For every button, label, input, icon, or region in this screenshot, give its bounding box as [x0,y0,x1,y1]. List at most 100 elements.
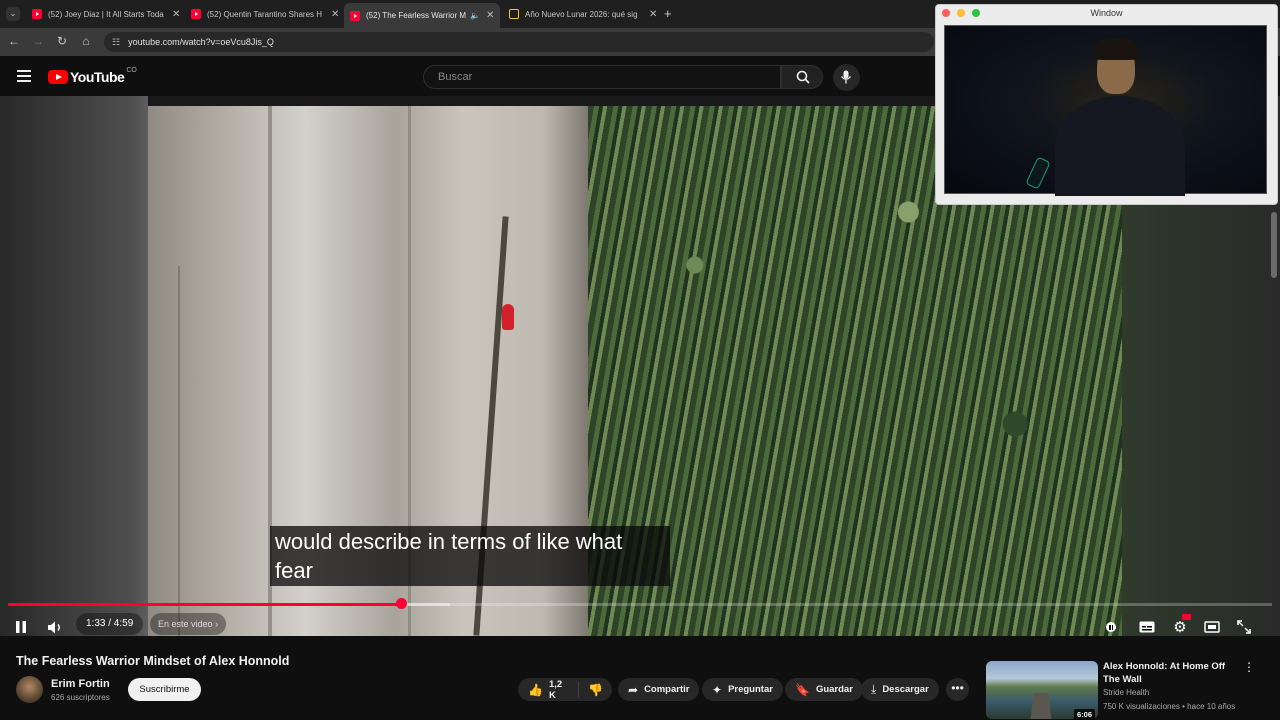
tab-title: Año Nuevo Lunar 2026: qué sig [525,9,638,19]
download-label: Descargar [882,684,929,695]
gear-icon: ⚙ [1173,619,1187,636]
fullscreen-icon [1237,620,1251,634]
minimize-window-icon[interactable] [957,9,965,17]
reload-icon[interactable]: ↻ [54,34,70,48]
download-icon: ⤓ [871,682,877,696]
thumbs-up-icon: 👍 [528,682,543,697]
save-button[interactable]: 🔖 Guardar [785,678,863,701]
save-label: Guardar [815,684,853,695]
tab-close-icon[interactable]: ✕ [649,9,657,20]
subtitles-button[interactable] [1138,616,1156,638]
url-text: youtube.com/watch?v=oeVcu8Jis_Q [128,37,274,47]
webcam-feed [944,25,1267,196]
zoom-window-icon[interactable] [972,9,980,17]
progress-bar[interactable] [8,603,1272,606]
more-actions-icon[interactable]: ••• [946,678,969,701]
recommendation-channel[interactable]: Stride Health [1103,688,1149,697]
subscriber-count: 626 suscriptores [51,693,110,702]
video-title: The Fearless Warrior Mindset of Alex Hon… [16,654,290,668]
time-display: 1:33 / 4:59 [76,613,144,635]
new-tab-button[interactable]: + [664,6,672,21]
ask-button[interactable]: ✦ Preguntar [702,678,783,701]
youtube-favicon-icon [191,9,201,19]
hd-badge [1182,614,1191,620]
browser-tab[interactable]: Año Nuevo Lunar 2026: qué sig ✕ [503,3,663,25]
close-window-icon[interactable] [942,9,950,17]
subtitles-icon [1139,621,1155,633]
channel-name[interactable]: Erim Fortin [51,678,110,690]
pause-button[interactable] [12,616,30,638]
tab-close-icon[interactable]: ✕ [172,9,180,20]
autoplay-toggle[interactable] [1104,616,1118,638]
climber-figure [502,304,514,330]
like-count: 1,2 K [548,678,563,701]
chevron-right-icon: › [215,619,219,629]
window-title: Window [1090,8,1123,18]
tab-audio-icon[interactable]: 🔈 [470,11,480,20]
browser-tab[interactable]: (52) Quentin Tarantino Shares H ✕ [185,3,345,25]
youtube-logo[interactable]: YouTube CO [48,66,137,85]
tab-title: (52) Quentin Tarantino Shares H [207,9,323,19]
search-icon [796,70,810,84]
search-input[interactable]: Buscar [423,65,781,89]
logo-wordmark: YouTube [70,69,125,85]
person-hair [1093,38,1139,60]
microphone-icon [840,70,852,84]
share-button[interactable]: ➦ Compartir [618,678,700,701]
logo-country-code: CO [126,66,137,74]
theater-mode-button[interactable] [1203,616,1221,638]
recommendation-meta: 750 K visualizaciones • hace 10 años [1103,702,1236,711]
hamburger-menu-icon[interactable] [17,70,31,82]
youtube-play-logo-icon [48,70,68,84]
desk-lamp [1025,156,1051,190]
channel-avatar[interactable] [16,676,43,703]
recommendation-duration: 6:06 [1074,709,1096,720]
forward-arrow-icon[interactable]: → [30,34,46,48]
volume-icon [48,621,60,633]
tab-list-dropdown-icon[interactable]: ⌄ [6,7,20,21]
video-info-section: The Fearless Warrior Mindset of Alex Hon… [0,636,1280,720]
dislike-button[interactable]: 👎 [579,683,612,697]
recommendation-menu-icon[interactable]: ⋮ [1243,660,1255,674]
bookmark-icon: 🔖 [795,682,810,697]
share-arrow-icon: ➦ [628,682,639,697]
chapter-button[interactable]: En este video › [150,613,227,635]
floating-window[interactable]: Window [935,4,1278,205]
browser-tab[interactable]: (52) Joey Diaz | It All Starts Toda ✕ [26,3,186,25]
sparkle-icon: ✦ [712,682,723,697]
theater-mode-icon [1204,621,1220,633]
thumbs-down-icon: 👎 [588,682,603,697]
search-button[interactable] [781,65,823,89]
download-button[interactable]: ⤓ Descargar [861,678,939,701]
like-dislike-group: 👍 1,2 K 👎 [518,678,612,701]
site-settings-icon[interactable]: ☷ [112,37,120,48]
tab-close-icon[interactable]: ✕ [486,10,494,21]
document-favicon-icon [509,9,519,19]
back-arrow-icon[interactable]: ← [6,34,22,48]
tab-close-icon[interactable]: ✕ [331,9,339,20]
fullscreen-button[interactable] [1235,616,1253,638]
autoplay-icon [1106,622,1116,632]
ask-label: Preguntar [728,684,773,695]
voice-search-button[interactable] [833,64,860,91]
address-bar[interactable]: ☷ youtube.com/watch?v=oeVcu8Jis_Q [104,32,934,52]
caption-box: would describe in terms of like what fea… [270,526,670,586]
share-label: Compartir [644,684,690,695]
volume-button[interactable] [46,616,66,638]
ambient-left [0,96,148,636]
recommendation-title[interactable]: Alex Honnold: At Home Off The Wall [1103,660,1241,686]
like-button[interactable]: 👍 1,2 K [518,679,580,701]
page-scrollbar[interactable] [1271,212,1277,278]
subscribe-button[interactable]: Suscribirme [128,678,201,701]
window-title-bar[interactable]: Window [936,5,1277,21]
browser-tab-active[interactable]: (52) The Fearless Warrior Mi 🔈 ✕ [344,3,501,28]
youtube-favicon-icon [350,10,360,21]
pause-icon [16,621,26,633]
person-torso [1055,96,1185,196]
caption-line: fear [275,558,313,583]
played-bar [8,603,402,606]
settings-button[interactable]: ⚙ [1170,614,1191,638]
home-icon[interactable]: ⌂ [78,34,94,48]
chapter-label: En este video [158,619,213,629]
youtube-favicon-icon [32,9,42,19]
